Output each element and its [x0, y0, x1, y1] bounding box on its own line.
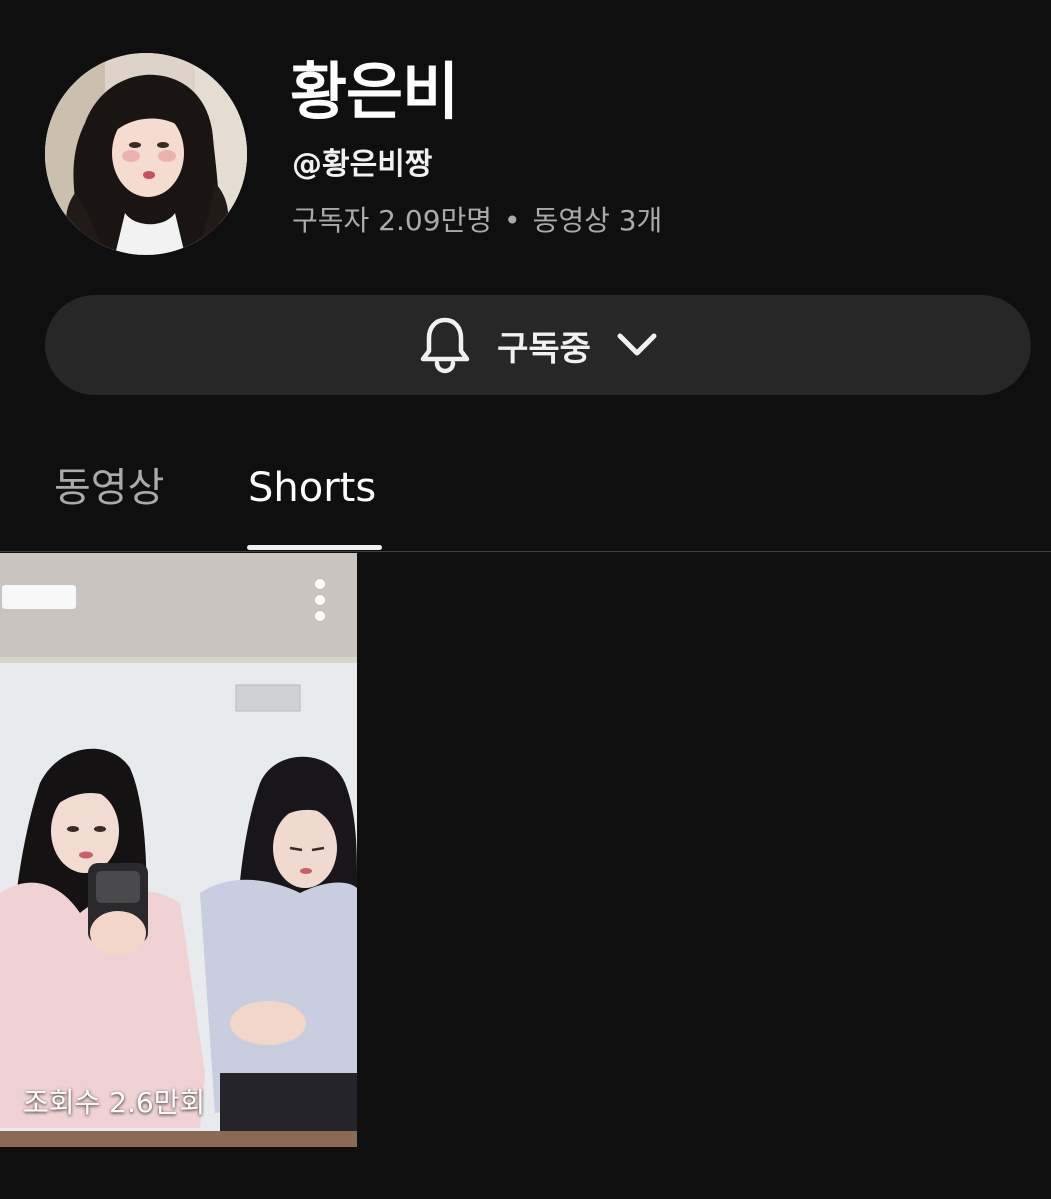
tab-videos[interactable]: 동영상: [54, 460, 164, 516]
channel-tabs: 동영상 Shorts: [0, 440, 1051, 552]
selected-tab-indicator: [247, 545, 382, 550]
more-vert-icon[interactable]: [302, 576, 338, 624]
channel-stats: 구독자 2.09만명 • 동영상 3개: [292, 201, 662, 241]
short-view-count: 조회수 2.6만회: [23, 1086, 206, 1119]
tab-shorts[interactable]: Shorts: [248, 460, 376, 516]
short-thumbnail-image: [0, 553, 357, 1147]
avatar-image: [45, 53, 247, 255]
bell-icon: [417, 315, 473, 375]
subscriber-count: 구독자 2.09만명: [292, 204, 493, 237]
subscribed-button[interactable]: 구독중: [45, 295, 1031, 395]
channel-handle: @황은비짱: [292, 147, 433, 182]
channel-page: 황은비 @황은비짱 구독자 2.09만명 • 동영상 3개 구독중 동영상 Sh…: [0, 0, 1051, 1199]
short-thumbnail[interactable]: [0, 553, 357, 1147]
channel-name: 황은비: [290, 55, 459, 128]
chevron-down-icon: [615, 330, 659, 360]
channel-avatar[interactable]: [45, 53, 247, 255]
video-count: 동영상 3개: [532, 204, 663, 237]
stats-separator: •: [504, 204, 521, 237]
subscribed-label: 구독중: [497, 328, 591, 369]
